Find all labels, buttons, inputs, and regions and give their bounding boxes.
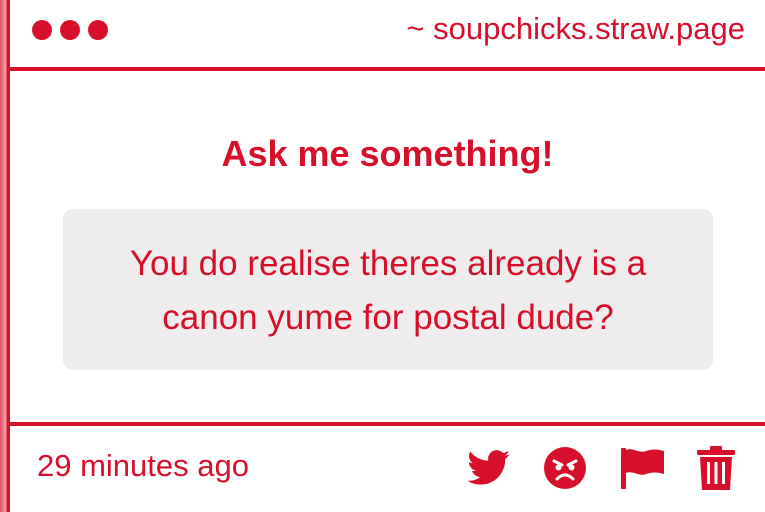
window-dots [32,20,108,40]
window-dot [88,20,108,40]
titlebar: ~ soupchicks.straw.page [10,0,765,68]
angry-face-icon [544,447,586,489]
angry-react-button[interactable] [543,446,587,490]
delete-button[interactable] [697,446,735,490]
question-box: You do realise theres already is a canon… [63,209,713,370]
question-text: You do realise theres already is a canon… [129,244,647,337]
question-card: ~ soupchicks.straw.page Ask me something… [0,0,765,512]
report-button[interactable] [619,447,665,489]
site-url[interactable]: ~ soupchicks.straw.page [406,11,745,47]
flag-icon [621,448,664,489]
twitter-share-button[interactable] [467,450,511,486]
page-title: Ask me something! [221,133,554,174]
window-dot [32,20,52,40]
twitter-bird-icon [467,450,510,485]
timestamp: 29 minutes ago [37,448,249,483]
card-left-edge [0,0,10,512]
card-footer: 29 minutes ago [10,426,765,512]
trash-icon [697,446,735,490]
window-dot [60,20,80,40]
action-bar [467,446,735,490]
titlebar-divider [10,67,765,71]
